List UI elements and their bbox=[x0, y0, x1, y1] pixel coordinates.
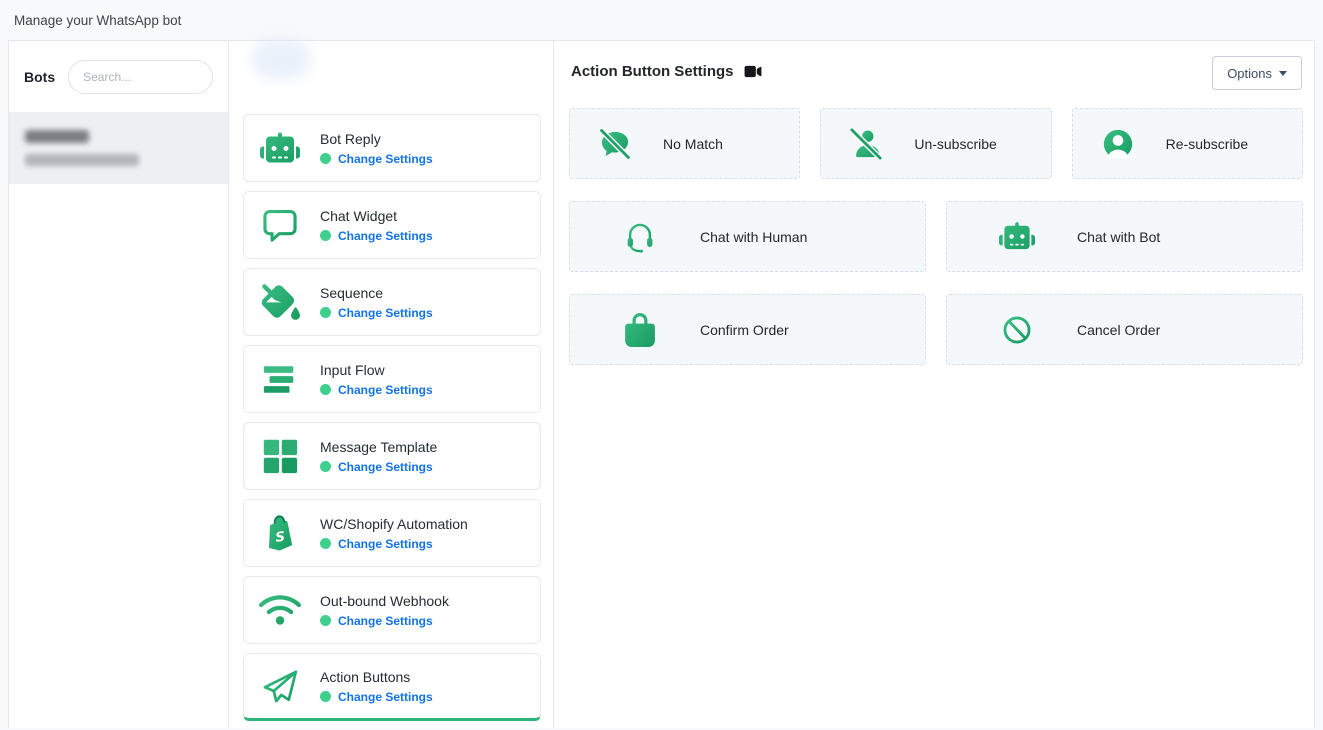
action-button-label: Chat with Bot bbox=[1077, 229, 1160, 245]
bars-icon bbox=[261, 364, 299, 395]
chat-bubble-icon bbox=[261, 206, 299, 244]
wifi-icon bbox=[259, 593, 301, 627]
change-settings-link[interactable]: Change Settings bbox=[338, 383, 433, 397]
settings-card-list: Bot Reply Change Settings Chat Widget Ch… bbox=[243, 114, 541, 730]
action-button-un-subscribe[interactable]: Un-subscribe bbox=[820, 108, 1051, 179]
paper-plane-icon bbox=[260, 666, 300, 706]
action-button-label: Confirm Order bbox=[700, 322, 789, 338]
robot-icon bbox=[260, 132, 300, 165]
settings-card-wc-shopify-automation[interactable]: S WC/Shopify Automation Change Settings bbox=[243, 499, 541, 567]
action-panel: Action Button Settings Options No Match … bbox=[554, 41, 1314, 728]
action-button-chat-with-human[interactable]: Chat with Human bbox=[569, 201, 926, 272]
svg-text:S: S bbox=[275, 530, 286, 546]
caret-down-icon bbox=[1279, 71, 1287, 76]
action-button-row: Chat with Human Chat with Bot bbox=[569, 201, 1303, 272]
comment-slash-icon bbox=[598, 127, 632, 161]
action-panel-title: Action Button Settings bbox=[571, 63, 733, 80]
video-camera-icon bbox=[744, 64, 762, 79]
settings-card-title: WC/Shopify Automation bbox=[320, 516, 468, 532]
redacted-bot-phone bbox=[25, 154, 139, 166]
settings-card-title: Input Flow bbox=[320, 362, 433, 378]
options-button[interactable]: Options bbox=[1212, 56, 1302, 90]
page-title: Manage your WhatsApp bot bbox=[14, 13, 181, 28]
settings-card-action-buttons[interactable]: Action Buttons Change Settings bbox=[243, 653, 541, 721]
settings-card-message-template[interactable]: Message Template Change Settings bbox=[243, 422, 541, 490]
settings-card-chat-widget[interactable]: Chat Widget Change Settings bbox=[243, 191, 541, 259]
settings-card-input-flow[interactable]: Input Flow Change Settings bbox=[243, 345, 541, 413]
status-dot bbox=[320, 384, 331, 395]
change-settings-link[interactable]: Change Settings bbox=[338, 614, 433, 628]
settings-column: Bot Reply Change Settings Chat Widget Ch… bbox=[229, 41, 554, 728]
settings-card-title: Sequence bbox=[320, 285, 433, 301]
status-dot bbox=[320, 230, 331, 241]
bots-heading: Bots bbox=[24, 69, 55, 85]
shopping-bag-icon bbox=[625, 313, 655, 347]
user-slash-icon bbox=[849, 127, 883, 161]
fill-drip-icon bbox=[260, 284, 300, 320]
settings-card-out-bound-webhook[interactable]: Out-bound Webhook Change Settings bbox=[243, 576, 541, 644]
robot-icon bbox=[999, 220, 1035, 253]
action-button-label: No Match bbox=[663, 136, 723, 152]
status-dot bbox=[320, 538, 331, 549]
action-button-row: Confirm Order Cancel Order bbox=[569, 294, 1303, 365]
options-button-label: Options bbox=[1227, 66, 1272, 81]
user-circle-icon bbox=[1101, 127, 1135, 161]
action-button-label: Un-subscribe bbox=[914, 136, 996, 152]
change-settings-link[interactable]: Change Settings bbox=[338, 152, 433, 166]
settings-card-title: Message Template bbox=[320, 439, 437, 455]
shopify-icon: S bbox=[260, 513, 300, 553]
change-settings-link[interactable]: Change Settings bbox=[338, 690, 433, 704]
status-dot bbox=[320, 691, 331, 702]
redacted-avatar-blob bbox=[251, 39, 311, 79]
change-settings-link[interactable]: Change Settings bbox=[338, 460, 433, 474]
settings-card-title: Action Buttons bbox=[320, 669, 433, 685]
action-buttons-grid: No Match Un-subscribe Re-subscribe Chat … bbox=[569, 108, 1303, 387]
ban-icon bbox=[1000, 313, 1034, 347]
redacted-bot-name bbox=[25, 130, 89, 143]
change-settings-link[interactable]: Change Settings bbox=[338, 229, 433, 243]
action-button-re-subscribe[interactable]: Re-subscribe bbox=[1072, 108, 1303, 179]
action-button-confirm-order[interactable]: Confirm Order bbox=[569, 294, 926, 365]
search-input[interactable] bbox=[68, 60, 213, 94]
action-panel-header: Action Button Settings bbox=[571, 63, 762, 80]
status-dot bbox=[320, 461, 331, 472]
headset-icon bbox=[623, 220, 657, 254]
change-settings-link[interactable]: Change Settings bbox=[338, 306, 433, 320]
video-camera-icon[interactable] bbox=[744, 64, 762, 79]
settings-card-title: Bot Reply bbox=[320, 131, 433, 147]
top-bar: Manage your WhatsApp bot bbox=[0, 0, 1323, 40]
status-dot bbox=[320, 153, 331, 164]
change-settings-link[interactable]: Change Settings bbox=[338, 537, 433, 551]
settings-card-sequence[interactable]: Sequence Change Settings bbox=[243, 268, 541, 336]
status-dot bbox=[320, 307, 331, 318]
settings-card-title: Chat Widget bbox=[320, 208, 433, 224]
action-button-label: Cancel Order bbox=[1077, 322, 1160, 338]
action-button-cancel-order[interactable]: Cancel Order bbox=[946, 294, 1303, 365]
action-button-label: Re-subscribe bbox=[1166, 136, 1248, 152]
action-button-chat-with-bot[interactable]: Chat with Bot bbox=[946, 201, 1303, 272]
action-button-no-match[interactable]: No Match bbox=[569, 108, 800, 179]
main-panel: Bots Bot Reply Change Settings Chat Widg… bbox=[8, 40, 1315, 728]
status-dot bbox=[320, 615, 331, 626]
bot-list-item-selected[interactable] bbox=[9, 113, 228, 184]
settings-card-title: Out-bound Webhook bbox=[320, 593, 449, 609]
bots-sidebar: Bots bbox=[9, 41, 229, 728]
action-button-row: No Match Un-subscribe Re-subscribe bbox=[569, 108, 1303, 179]
action-button-label: Chat with Human bbox=[700, 229, 807, 245]
sidebar-header: Bots bbox=[9, 41, 228, 113]
settings-card-bot-reply[interactable]: Bot Reply Change Settings bbox=[243, 114, 541, 182]
grid-icon bbox=[262, 438, 298, 474]
